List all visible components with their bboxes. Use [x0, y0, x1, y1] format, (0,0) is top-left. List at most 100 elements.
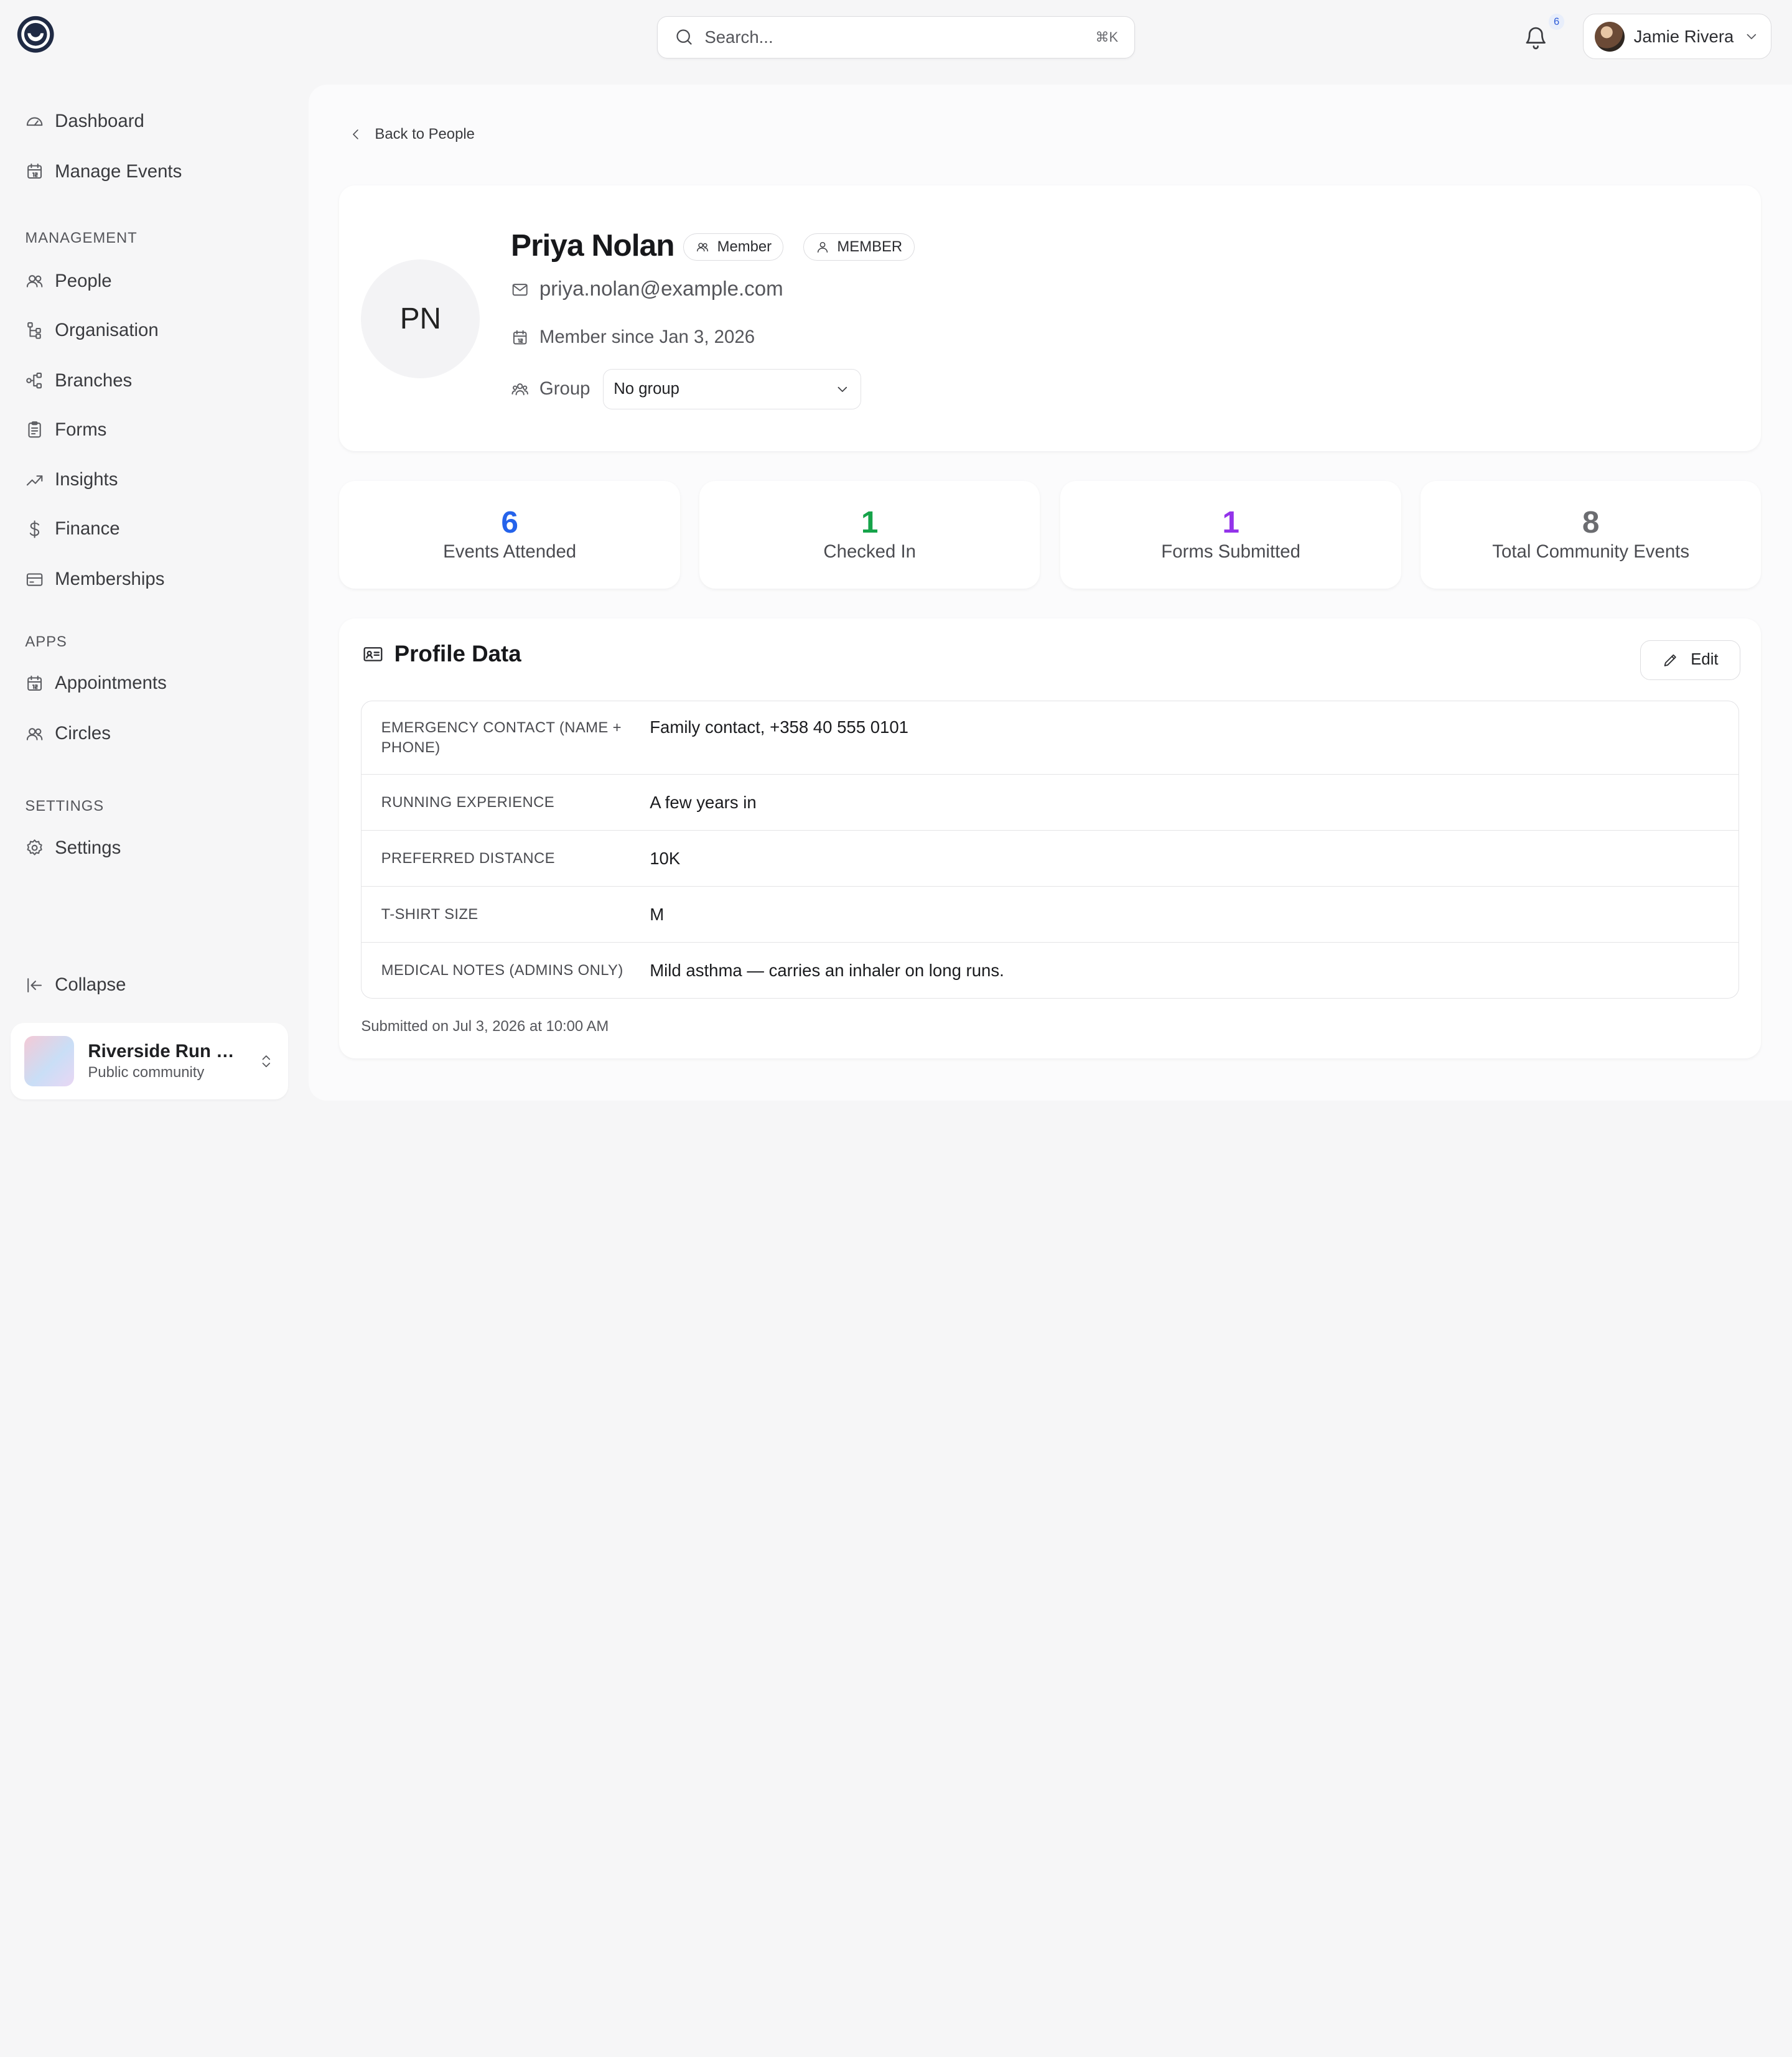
field-value: M	[650, 904, 665, 924]
stat-card-forms-submitted: 1 Forms Submitted	[1060, 481, 1401, 589]
users-icon	[25, 271, 44, 291]
sidebar-item-organisation[interactable]: Organisation	[25, 315, 159, 345]
chevron-left-icon	[348, 127, 363, 142]
section-heading-apps: APPS	[25, 633, 67, 650]
sidebar-item-branches[interactable]: Branches	[25, 366, 132, 396]
stat-card-events-attended: 6 Events Attended	[339, 481, 680, 589]
table-row: PREFERRED DISTANCE 10K	[362, 830, 1739, 886]
member-since: Member since Jan 3, 2026	[539, 327, 755, 348]
community-logo	[24, 1035, 75, 1086]
section-heading-settings: SETTINGS	[25, 798, 105, 815]
stat-value: 6	[501, 504, 518, 539]
user-icon	[816, 240, 829, 254]
sidebar: Dashboard Manage Events MANAGEMENT Peopl…	[0, 0, 306, 1120]
stat-card-total-community-events: 8 Total Community Events	[1421, 481, 1762, 589]
community-switcher[interactable]: Riverside Run Club Public community	[10, 1022, 288, 1099]
profile-email: priya.nolan@example.com	[539, 278, 783, 301]
user-menu-button[interactable]: Jamie Rivera	[1582, 14, 1771, 60]
calendar-icon	[25, 674, 44, 693]
profile-name: Priya Nolan	[510, 228, 675, 263]
field-key: RUNNING EXPERIENCE	[381, 794, 554, 811]
stat-label: Events Attended	[443, 541, 577, 562]
collapse-label: Collapse	[55, 974, 126, 996]
sidebar-item-finance[interactable]: Finance	[25, 515, 120, 544]
role-badge-label: Member	[717, 238, 772, 255]
stat-value: 8	[1582, 504, 1600, 539]
field-value: 10K	[650, 848, 681, 868]
sidebar-item-circles[interactable]: Circles	[25, 719, 111, 749]
chevron-up-down-icon	[258, 1052, 274, 1070]
sidebar-item-label: Forms	[55, 419, 107, 440]
submitted-timestamp: Submitted on Jul 3, 2026 at 10:00 AM	[361, 1018, 609, 1035]
sidebar-item-manage-events[interactable]: Manage Events	[25, 157, 182, 187]
id-card-icon	[362, 643, 384, 665]
users-icon	[696, 240, 709, 254]
sidebar-item-appointments[interactable]: Appointments	[25, 668, 167, 698]
collapse-sidebar-button[interactable]: Collapse	[25, 970, 126, 1000]
group-icon	[511, 380, 529, 398]
field-key: MEDICAL NOTES (ADMINS ONLY)	[381, 962, 623, 979]
field-key: T-SHIRT SIZE	[381, 906, 478, 923]
type-badge-label: MEMBER	[837, 238, 903, 255]
gear-icon	[25, 838, 44, 857]
avatar: PN	[361, 259, 480, 378]
search-shortcut: ⌘K	[1095, 29, 1119, 45]
stat-label: Total Community Events	[1492, 541, 1690, 562]
field-key: EMERGENCY CONTACT (NAME + PHONE)	[381, 719, 622, 756]
profile-data-card: Profile Data Edit EMERGENCY CONTACT (NAM…	[339, 618, 1762, 1058]
stat-card-checked-in: 1 Checked In	[699, 481, 1040, 589]
community-type: Public community	[88, 1064, 205, 1081]
table-row: T-SHIRT SIZE M	[362, 886, 1739, 942]
sidebar-item-label: Memberships	[55, 569, 165, 590]
sidebar-item-label: Finance	[55, 518, 120, 539]
user-name: Jamie Rivera	[1633, 26, 1734, 46]
sidebar-item-forms[interactable]: Forms	[25, 415, 106, 445]
group-row: Group No group	[511, 369, 861, 409]
group-label: Group	[539, 378, 590, 399]
table-row: RUNNING EXPERIENCE A few years in	[362, 774, 1739, 830]
table-row: EMERGENCY CONTACT (NAME + PHONE) Family …	[362, 701, 1738, 775]
profile-card: PN Priya Nolan Member MEMBER priya.nolan…	[339, 185, 1762, 452]
profile-data-table: EMERGENCY CONTACT (NAME + PHONE) Family …	[361, 700, 1740, 999]
back-link[interactable]: Back to People	[348, 126, 475, 143]
search-bar[interactable]: Search... ⌘K	[657, 16, 1135, 58]
sidebar-item-label: People	[55, 270, 112, 291]
search-input[interactable]: Search...	[704, 27, 1085, 47]
users-icon	[25, 724, 44, 744]
calendar-icon	[511, 329, 529, 347]
sidebar-item-dashboard[interactable]: Dashboard	[25, 106, 144, 136]
clipboard-icon	[25, 420, 44, 439]
profile-data-heading: Profile Data	[362, 641, 521, 667]
section-heading-management: MANAGEMENT	[25, 230, 138, 247]
sidebar-item-memberships[interactable]: Memberships	[25, 564, 164, 594]
search-icon	[674, 27, 694, 47]
user-avatar	[1595, 21, 1625, 52]
sidebar-item-label: Branches	[55, 370, 133, 391]
group-select[interactable]: No group	[602, 369, 861, 409]
sidebar-item-settings[interactable]: Settings	[25, 833, 121, 863]
dollar-icon	[25, 520, 44, 539]
sidebar-item-people[interactable]: People	[25, 266, 112, 296]
sidebar-item-label: Organisation	[55, 319, 159, 340]
group-select-value: No group	[614, 380, 679, 398]
main-panel: Back to People PN Priya Nolan Member MEM…	[308, 84, 1792, 1101]
chevron-down-icon	[1743, 29, 1760, 45]
gauge-icon	[25, 111, 44, 131]
sidebar-item-insights[interactable]: Insights	[25, 465, 118, 495]
field-value: Family contact, +358 40 555 0101	[650, 717, 908, 737]
field-key: PREFERRED DISTANCE	[381, 850, 555, 867]
mail-icon	[511, 281, 529, 299]
type-badge: MEMBER	[803, 233, 915, 261]
sidebar-item-label: Appointments	[55, 673, 167, 694]
sidebar-item-label: Insights	[55, 469, 118, 490]
stat-label: Checked In	[823, 541, 917, 562]
community-name: Riverside Run Club	[88, 1040, 245, 1061]
chevron-down-icon	[834, 381, 851, 398]
table-row: MEDICAL NOTES (ADMINS ONLY) Mild asthma …	[362, 942, 1739, 998]
email-row: priya.nolan@example.com	[511, 278, 783, 301]
branches-icon	[25, 371, 44, 390]
bell-icon[interactable]	[1523, 25, 1548, 50]
edit-button[interactable]: Edit	[1640, 640, 1741, 680]
collapse-icon	[25, 976, 44, 995]
card-icon	[25, 570, 44, 589]
